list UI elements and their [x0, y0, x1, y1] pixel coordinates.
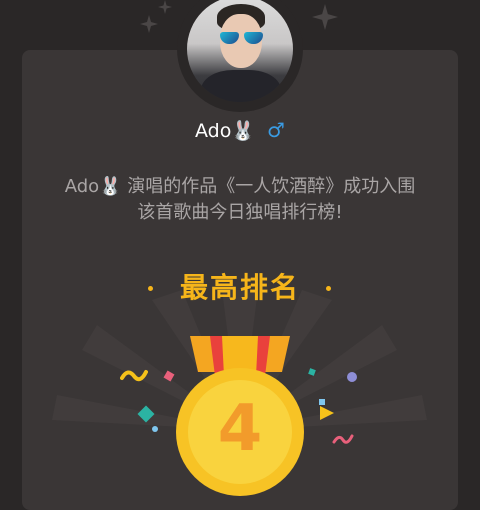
- confetti-icon: [137, 405, 155, 423]
- profile-name[interactable]: Ado🐰: [195, 120, 255, 142]
- medal-icon: 4: [170, 336, 310, 496]
- rank-title: 最高排名: [179, 271, 300, 304]
- avatar[interactable]: [187, 0, 293, 102]
- title-dot-right: [326, 286, 331, 291]
- confetti-icon: [332, 434, 354, 444]
- avatar-body: [201, 70, 281, 102]
- gender-male-icon: ♂: [267, 118, 285, 142]
- sparkle-icon: [158, 0, 172, 14]
- message-line-2: 该首歌曲今日独唱排行榜!: [137, 202, 343, 223]
- sparkle-icon: [140, 15, 158, 33]
- confetti-icon: [152, 426, 158, 432]
- confetti-icon: [319, 399, 325, 405]
- achievement-message: Ado🐰 演唱的作品《一人饮酒醉》成功入围 该首歌曲今日独唱排行榜!: [0, 174, 480, 226]
- confetti-icon: [120, 370, 148, 382]
- avatar-sunglasses: [220, 32, 264, 44]
- profile-name-row: Ado🐰 ♂: [0, 118, 480, 142]
- confetti-icon: [347, 372, 357, 382]
- sparkle-icon: [312, 4, 338, 30]
- confetti-icon: [320, 406, 334, 420]
- message-line-1: Ado🐰 演唱的作品《一人饮酒醉》成功入围: [64, 176, 416, 197]
- medal-rank-number: 4: [217, 392, 263, 466]
